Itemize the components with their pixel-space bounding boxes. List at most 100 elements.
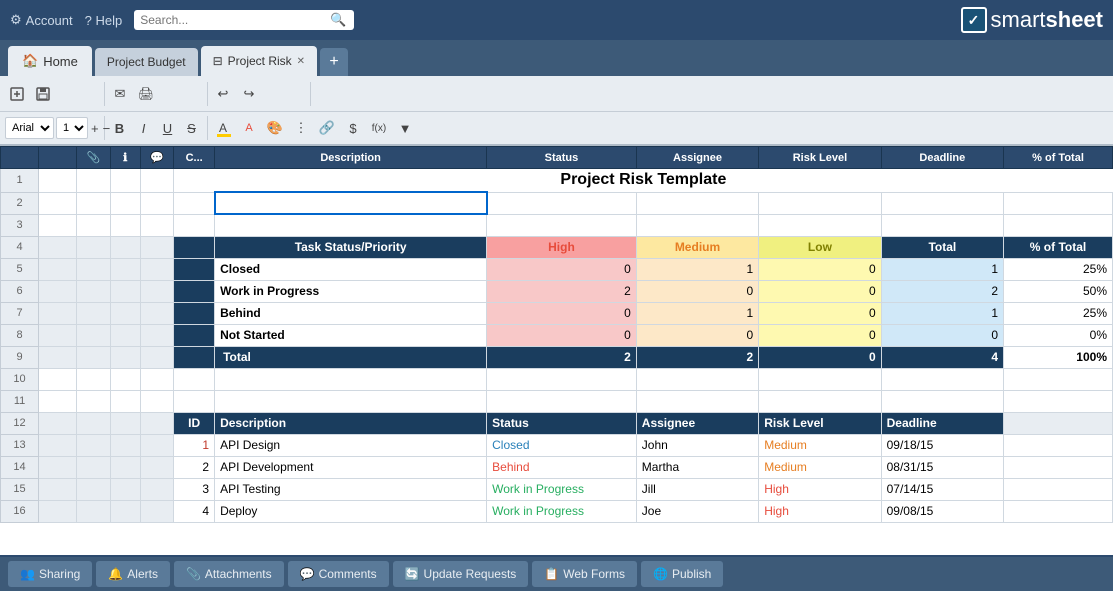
sheet-title-cell[interactable]: Project Risk Template <box>174 169 1113 193</box>
col-header-attach: 📎 <box>77 147 111 169</box>
link-button[interactable]: 🔗 <box>315 116 339 140</box>
task-row-2-status: Work in Progress <box>487 478 637 500</box>
task-row-1-risk: Medium <box>759 456 881 478</box>
task-header-deadline: Deadline <box>881 412 1003 434</box>
summary-header-col2: High <box>487 236 637 258</box>
search-icon[interactable]: 🔍 <box>330 12 346 28</box>
task-header-assignee: Assignee <box>636 412 758 434</box>
tab-project-budget[interactable]: Project Budget <box>95 48 198 76</box>
col-header-info: ℹ <box>110 147 140 169</box>
cell-pct-2[interactable] <box>1004 192 1113 214</box>
tab-project-risk[interactable]: ⊟ Project Risk ✕ <box>201 46 317 76</box>
toolbar-group-3: ↩ ↪ <box>211 82 311 106</box>
bottom-tab-update-requests-label: Update Requests <box>424 567 517 581</box>
cell-check-1[interactable] <box>39 169 77 193</box>
tab-bar: 🏠 Home Project Budget ⊟ Project Risk ✕ + <box>0 40 1113 76</box>
strikethrough-button[interactable]: S <box>180 116 203 140</box>
tab-add-button[interactable]: + <box>320 48 348 76</box>
tab-project-risk-label: Project Risk <box>228 54 292 68</box>
spreadsheet-grid: 📎 ℹ 💬 C... Description Status Assignee R… <box>0 146 1113 523</box>
list-item: 15 3 API Testing Work in Progress Jill H… <box>1 478 1113 500</box>
task-row-0-assignee: John <box>636 434 758 456</box>
font-family-select[interactable]: Arial <box>5 117 54 139</box>
summary-row-0-low: 0 <box>759 258 881 280</box>
top-bar-left: ⚙ Account ? Help 🔍 <box>10 10 354 30</box>
summary-header-col3: Medium <box>636 236 758 258</box>
col-header-risk: Risk Level <box>759 147 881 169</box>
tab-add-label: + <box>329 53 338 71</box>
new-row-button[interactable] <box>5 82 29 106</box>
indent-button[interactable]: ⋮ <box>289 116 313 140</box>
format-button[interactable]: 🎨 <box>263 116 287 140</box>
highlight-icon: A <box>219 121 227 135</box>
help-button[interactable]: ? Help <box>85 13 123 28</box>
summary-row-1-pct: 50% <box>1004 280 1113 302</box>
bottom-tab-sharing[interactable]: 👥 Sharing <box>8 561 92 587</box>
summary-header-row: 4 Task Status/Priority High Medium Low T… <box>1 236 1113 258</box>
cell-comment-1 <box>140 169 174 193</box>
comments-icon: 💬 <box>300 567 315 581</box>
table-row: 10 <box>1 368 1113 390</box>
list-item: 13 1 API Design Closed John Medium 09/18… <box>1 434 1113 456</box>
bottom-tab-attachments[interactable]: 📎 Attachments <box>174 561 284 587</box>
cell-check-2[interactable] <box>39 192 77 214</box>
font-size-select[interactable]: 10 <box>56 117 88 139</box>
cell-deadline-2[interactable] <box>881 192 1003 214</box>
save-button[interactable] <box>31 82 55 106</box>
task-row-1-deadline: 08/31/15 <box>881 456 1003 478</box>
cell-info-2 <box>110 192 140 214</box>
sharing-icon: 👥 <box>20 567 35 581</box>
task-header-row: 12 ID Description Status Assignee Risk L… <box>1 412 1113 434</box>
email-button[interactable]: ✉ <box>108 82 132 106</box>
cell-assign-2[interactable] <box>636 192 758 214</box>
currency-button[interactable]: $ <box>341 116 365 140</box>
summary-header-col1: Task Status/Priority <box>215 236 487 258</box>
summary-row-0-high: 0 <box>487 258 637 280</box>
account-icon: ⚙ <box>10 12 22 28</box>
tab-home[interactable]: 🏠 Home <box>8 46 92 76</box>
text-color-icon: A <box>245 122 252 134</box>
function-button[interactable]: f(x) <box>367 116 391 140</box>
print-button[interactable]: 🖨 <box>134 82 158 106</box>
cell-desc-2-selected[interactable] <box>215 192 487 214</box>
account-button[interactable]: ⚙ Account <box>10 12 73 28</box>
cell-risk-2[interactable] <box>759 192 881 214</box>
bold-button[interactable]: B <box>108 116 131 140</box>
task-row-3-status: Work in Progress <box>487 500 637 522</box>
publish-icon: 🌐 <box>653 567 668 581</box>
summary-row-2-total: 1 <box>881 302 1003 324</box>
cell-status-2[interactable] <box>487 192 637 214</box>
task-header-status: Status <box>487 412 637 434</box>
font-controls: Arial 10 + − <box>5 116 105 140</box>
total-total: 4 <box>881 346 1003 368</box>
more-button[interactable]: ▼ <box>393 116 417 140</box>
bottom-tab-web-forms[interactable]: 📋 Web Forms <box>532 561 637 587</box>
highlight-button[interactable]: A <box>211 116 235 140</box>
tab-x-icon[interactable]: ✕ <box>297 56 305 67</box>
bottom-tab-publish[interactable]: 🌐 Publish <box>641 561 723 587</box>
bottom-tab-comments-label: Comments <box>319 567 377 581</box>
redo-button[interactable]: ↪ <box>237 82 261 106</box>
search-input[interactable] <box>140 13 330 27</box>
total-label: Total <box>215 346 487 368</box>
summary-row-1-medium: 0 <box>636 280 758 302</box>
text-color-button[interactable]: A <box>237 116 261 140</box>
italic-button[interactable]: I <box>132 116 155 140</box>
bottom-tab-alerts[interactable]: 🔔 Alerts <box>96 561 170 587</box>
summary-row-1-total: 2 <box>881 280 1003 302</box>
list-item: 14 2 API Development Behind Martha Mediu… <box>1 456 1113 478</box>
attachments-icon: 📎 <box>186 567 201 581</box>
font-size-increase[interactable]: + <box>90 116 100 140</box>
summary-row-2-low: 0 <box>759 302 881 324</box>
summary-row-0-medium: 1 <box>636 258 758 280</box>
cell-c-2[interactable] <box>174 192 215 214</box>
summary-row-2-pct: 25% <box>1004 302 1113 324</box>
bottom-tab-update-requests[interactable]: 🔄 Update Requests <box>393 561 529 587</box>
task-row-3-risk: High <box>759 500 881 522</box>
text-format-controls: B I U S <box>108 116 208 140</box>
undo-button[interactable]: ↩ <box>211 82 235 106</box>
underline-button[interactable]: U <box>156 116 179 140</box>
tab-home-label: Home <box>43 54 78 69</box>
sheet-area[interactable]: 📎 ℹ 💬 C... Description Status Assignee R… <box>0 146 1113 555</box>
bottom-tab-comments[interactable]: 💬 Comments <box>288 561 389 587</box>
